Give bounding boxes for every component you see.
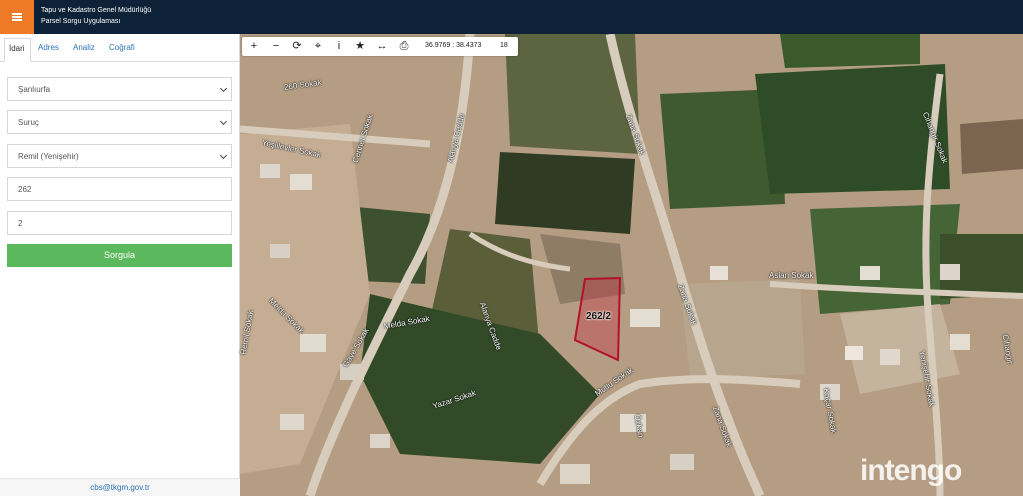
zoom-level-readout: 18 <box>500 42 508 49</box>
app-title-line1: Tapu ve Kadastro Genel Müdürlüğü <box>41 7 152 14</box>
neighborhood-select[interactable]: Remil (Yenişehir) <box>7 144 232 168</box>
parcel-input[interactable]: 2 <box>7 211 232 235</box>
province-select[interactable]: Şanlıurfa <box>7 77 232 101</box>
query-button[interactable]: Sorgula <box>7 244 232 267</box>
info-icon[interactable]: i <box>329 37 349 56</box>
tab-analiz[interactable]: Analiz <box>73 43 95 52</box>
street-label: Aslan Sokak <box>769 271 814 280</box>
bookmark-icon[interactable]: ★ <box>350 37 370 56</box>
map-imagery <box>240 34 1023 496</box>
tab-adres[interactable]: Adres <box>38 43 59 52</box>
zoom-in-icon[interactable]: + <box>244 37 264 56</box>
measure-icon[interactable]: ↔ <box>372 37 392 56</box>
satellite-map[interactable] <box>240 34 1023 496</box>
block-input[interactable]: 262 <box>7 177 232 201</box>
top-bar: Tapu ve Kadastro Genel Müdürlüğü Parsel … <box>0 0 1023 34</box>
print-icon[interactable]: ⎙ <box>394 37 414 56</box>
app-title-line2: Parsel Sorgu Uygulaması <box>41 18 121 25</box>
coordinate-readout: 36.9769 : 38.4373 <box>425 42 482 49</box>
refresh-icon[interactable]: ⟳ <box>287 37 307 56</box>
sidebar-tabs: İdari Adres Analiz Coğrafi <box>0 34 240 62</box>
parcel-label: 262/2 <box>586 311 612 322</box>
locate-icon[interactable]: ⌖ <box>308 37 328 56</box>
tab-idari[interactable]: İdari <box>4 38 31 62</box>
zoom-out-icon[interactable]: − <box>266 37 286 56</box>
district-select[interactable]: Suruç <box>7 110 232 134</box>
watermark-text: intengo <box>860 454 962 487</box>
contact-email-link[interactable]: cbs@tkgm.gov.tr <box>0 478 240 496</box>
hamburger-icon <box>12 16 22 18</box>
watermark-logo: intengo <box>850 446 1020 496</box>
tab-cografi[interactable]: Coğrafi <box>109 43 135 52</box>
app-title: Tapu ve Kadastro Genel Müdürlüğü Parsel … <box>41 5 151 27</box>
menu-button[interactable] <box>0 0 34 34</box>
query-sidebar: İdari Adres Analiz Coğrafi Şanlıurfa Sur… <box>0 34 240 496</box>
